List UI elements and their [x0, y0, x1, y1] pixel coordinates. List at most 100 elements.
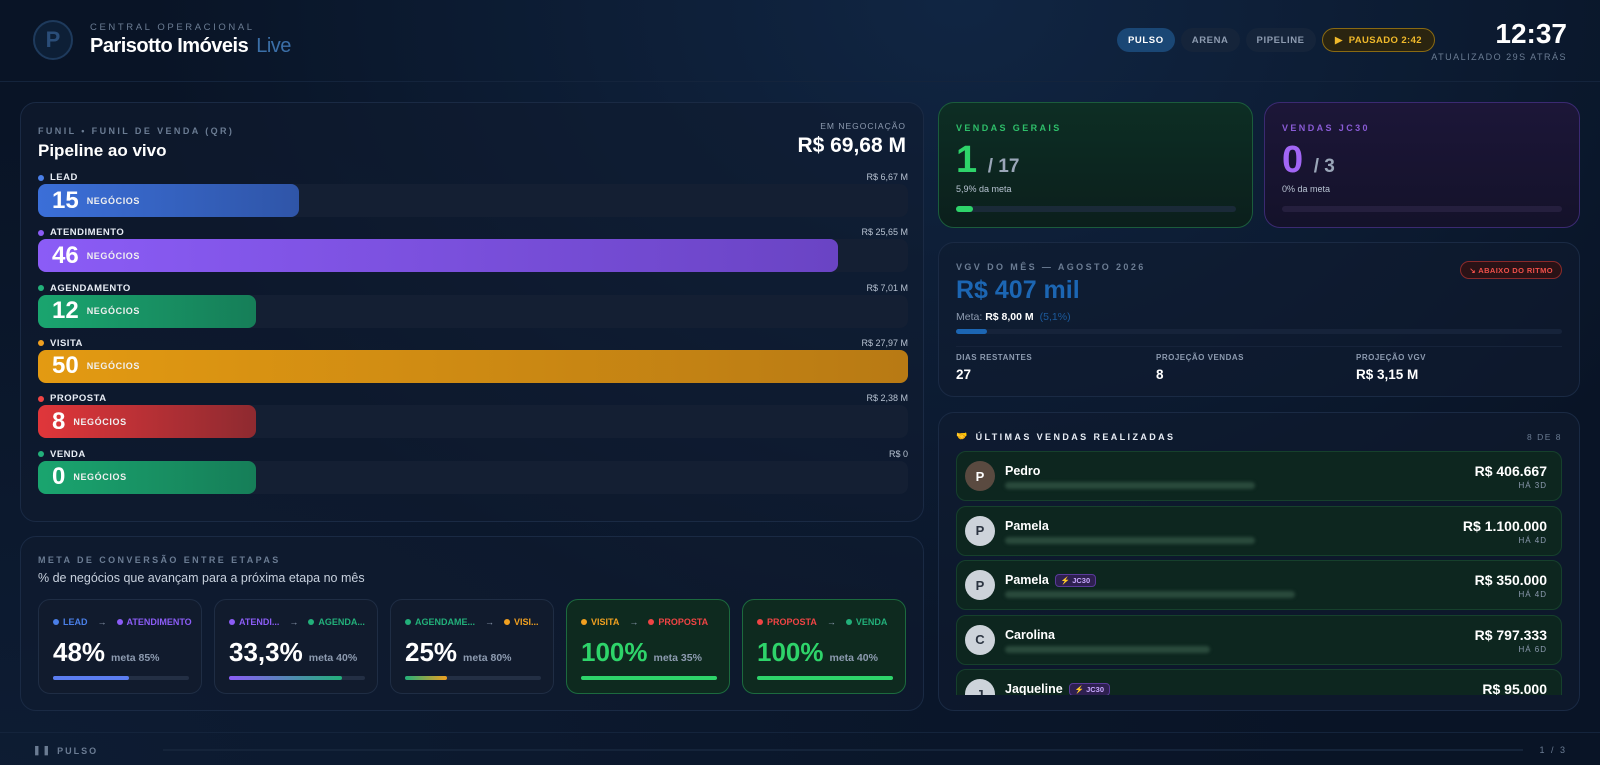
- live-label: Live: [256, 35, 291, 57]
- vendas-gerais-kicker: VENDAS GERAIS: [956, 123, 1062, 133]
- stage-label: VISITA: [38, 338, 83, 349]
- conversion-card: META DE CONVERSÃO ENTRE ETAPAS % de negó…: [20, 536, 924, 711]
- vendas-jc30-meta: 0% da meta: [1282, 184, 1331, 194]
- brand-name: Parisotto Imóveis: [90, 35, 249, 57]
- vgv-progress-fill: [956, 329, 987, 334]
- stage-track: 46 NEGÓCIOS: [38, 239, 908, 273]
- arrow-right-icon: →: [97, 617, 107, 627]
- stage-venda: VENDA R$ 0 0 NEGÓCIOS: [38, 449, 908, 499]
- avatar: P: [965, 515, 995, 546]
- stage-label: AGENDAMENTO: [38, 283, 131, 294]
- jc30-badge: ⚡ JC30: [1068, 682, 1111, 695]
- footer: ❚❚ PULSO 1 / 3: [0, 732, 1600, 765]
- conversion-meta: meta 85%: [111, 652, 160, 664]
- stage-agendamento: AGENDAMENTO R$ 7,01 M 12 NEGÓCIOS: [38, 283, 908, 333]
- from-stage: AGENDAME...: [415, 617, 476, 627]
- rotation-progress: [163, 749, 1523, 751]
- tab-pulso[interactable]: PULSO: [1117, 28, 1175, 52]
- sale-row[interactable]: P Pamela ⚡ JC30 R$ 350.000 HÁ 4D: [956, 560, 1562, 610]
- vendas-gerais-count: 1 / 17: [956, 139, 1019, 182]
- conversion-box: VISITA → PROPOSTA 100% meta 35%: [566, 599, 730, 694]
- stage-value: R$ 6,67 M: [866, 172, 908, 182]
- conversion-box: PROPOSTA → VENDA 100% meta 40%: [742, 599, 906, 694]
- stage-unit: NEGÓCIOS: [86, 361, 141, 372]
- stage-unit: NEGÓCIOS: [73, 416, 127, 427]
- ultimas-vendas-count: 8 DE 8: [1527, 432, 1562, 442]
- seller-name: Pamela: [1005, 573, 1049, 587]
- ultimas-vendas-title: ÚLTIMAS VENDAS REALIZADAS: [975, 431, 1176, 442]
- sale-row[interactable]: P Pedro R$ 406.667 HÁ 3D: [956, 451, 1562, 501]
- stat-projecao-vgv: PROJEÇÃO VGV R$ 3,15 M: [1356, 353, 1426, 382]
- pipeline-card: FUNIL • FUNIL DE VENDA (QR) Pipeline ao …: [20, 102, 924, 522]
- stage-name: VISITA: [50, 337, 83, 349]
- conversion-progress: [405, 676, 541, 680]
- stage-name: LEAD: [50, 172, 78, 183]
- avatar: P: [965, 570, 995, 600]
- tab-pipeline[interactable]: PIPELINE: [1245, 28, 1316, 52]
- conversion-stages: AGENDAME... → VISI...: [405, 617, 539, 627]
- conversion-value: 48% meta 85%: [53, 637, 160, 668]
- conversion-pct: 25%: [405, 637, 458, 667]
- sale-name-row: Carolina: [1005, 628, 1055, 642]
- stage-label: LEAD: [38, 172, 78, 183]
- stage-unit: NEGÓCIOS: [73, 472, 127, 482]
- vendas-gerais-value: 1: [956, 139, 978, 181]
- stage-value: R$ 7,01 M: [866, 282, 908, 293]
- sale-amount: R$ 406.667: [1474, 463, 1547, 479]
- sale-detail-blurred: [1005, 482, 1255, 489]
- brand-logo: P: [33, 20, 73, 60]
- stage-track: 12 NEGÓCIOS: [38, 294, 908, 328]
- sale-row[interactable]: C Carolina R$ 797.333 HÁ 6D: [956, 614, 1562, 665]
- vendas-gerais-total: / 17: [987, 156, 1020, 177]
- sale-detail-blurred: [1005, 645, 1210, 653]
- stage-track: 8 NEGÓCIOS: [38, 405, 908, 439]
- conversion-pct: 33,3%: [229, 637, 303, 667]
- to-dot: [308, 619, 315, 625]
- stage-value: R$ 0: [888, 448, 908, 459]
- stage-name: PROPOSTA: [50, 393, 107, 405]
- stage-count: 0: [52, 463, 66, 490]
- stat-projecao-vendas: PROJEÇÃO VENDAS 8: [1156, 353, 1244, 382]
- conversion-pct: 100%: [757, 637, 824, 667]
- to-dot: [504, 619, 511, 625]
- pause-label: PAUSADO 2:42: [1348, 34, 1422, 46]
- vendas-jc30-card: VENDAS JC30 0 / 3 0% da meta: [1264, 102, 1580, 228]
- vgv-card: VGV DO MÊS — AGOSTO 2026 ↘ ABAIXO DO RIT…: [938, 242, 1580, 397]
- seller-name: Pedro: [1005, 464, 1041, 478]
- stage-bar: 46 NEGÓCIOS: [38, 239, 838, 273]
- sale-row[interactable]: J Jaqueline ⚡ JC30 R$ 95.000: [956, 669, 1562, 695]
- conversion-box: AGENDAME... → VISI... 25% meta 80%: [390, 599, 554, 694]
- page-indicator: 1 / 3: [1539, 745, 1567, 755]
- seller-name: Jaqueline: [1005, 682, 1063, 695]
- conversion-value: 25% meta 80%: [405, 637, 512, 668]
- stage-value: R$ 2,38 M: [866, 393, 908, 404]
- sale-name-row: Pamela ⚡ JC30: [1005, 573, 1097, 587]
- updated-status: ATUALIZADO 29S ATRÁS: [1431, 52, 1567, 62]
- stage-atendimento: ATENDIMENTO R$ 25,65 M 46 NEGÓCIOS: [38, 227, 908, 277]
- sale-ago: HÁ 6D: [1518, 644, 1547, 654]
- play-icon: ▶: [1335, 34, 1343, 46]
- stage-count: 50: [52, 352, 79, 380]
- negociacao-value: R$ 69,68 M: [797, 134, 906, 157]
- sales-list[interactable]: P Pedro R$ 406.667 HÁ 3D P Pamela R$ 1.100.000…: [956, 451, 1562, 695]
- sale-row[interactable]: P Pamela R$ 1.100.000 HÁ 4D: [956, 505, 1562, 556]
- conversion-box: ATENDI... → AGENDA... 33,3% meta 40%: [214, 599, 378, 694]
- sale-amount: R$ 95.000: [1482, 681, 1547, 695]
- vendas-gerais-progress: [956, 206, 1236, 212]
- vgv-meta-label: Meta:: [956, 311, 983, 323]
- pause-button[interactable]: ▶ PAUSADO 2:42: [1322, 28, 1435, 52]
- from-dot: [581, 619, 587, 625]
- to-stage: VENDA: [855, 617, 888, 627]
- stage-value: R$ 27,97 M: [861, 337, 908, 348]
- stage-dot: [38, 174, 44, 181]
- vgv-divider: [956, 346, 1562, 347]
- stat-label: DIAS RESTANTES: [956, 353, 1033, 362]
- conversion-progress-fill: [405, 676, 447, 680]
- stage-track: 15 NEGÓCIOS: [38, 184, 908, 217]
- tab-arena[interactable]: ARENA: [1180, 28, 1240, 52]
- from-dot: [757, 619, 763, 625]
- seller-name: Carolina: [1005, 627, 1056, 642]
- stage-label: VENDA: [38, 449, 86, 460]
- vendas-jc30-count: 0 / 3: [1282, 139, 1335, 182]
- to-stage: ATENDIMENTO: [126, 617, 192, 627]
